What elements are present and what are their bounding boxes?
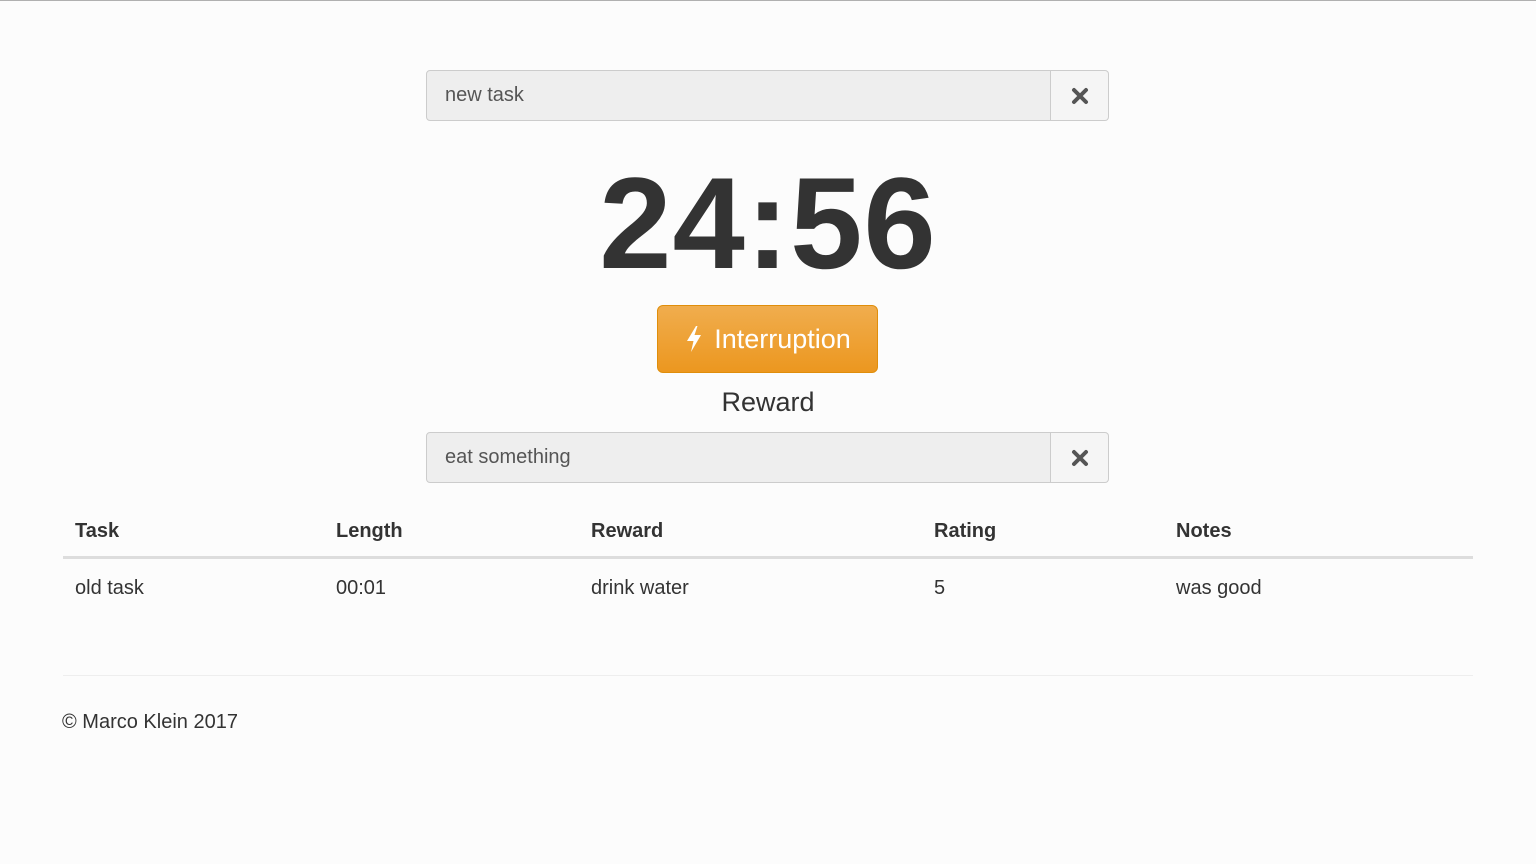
interruption-button[interactable]: Interruption bbox=[657, 305, 878, 373]
countdown-timer: 24:56 bbox=[599, 150, 937, 296]
column-header-length: Length bbox=[324, 508, 579, 559]
table-row: old task 00:01 drink water 5 was good bbox=[63, 558, 1473, 612]
reward-input-group bbox=[426, 432, 1109, 483]
top-border bbox=[0, 0, 1536, 1]
footer-divider bbox=[63, 675, 1473, 676]
column-header-notes: Notes bbox=[1164, 508, 1473, 559]
lightning-bolt-icon bbox=[687, 326, 702, 352]
table-header-row: Task Length Reward Rating Notes bbox=[63, 508, 1473, 559]
cell-rating: 5 bbox=[934, 577, 946, 599]
clear-reward-button[interactable] bbox=[1051, 432, 1109, 483]
footer-copyright: © Marco Klein 2017 bbox=[62, 711, 238, 733]
column-header-rating: Rating bbox=[922, 508, 1164, 559]
cell-notes: was good bbox=[1176, 577, 1262, 599]
clear-task-button[interactable] bbox=[1051, 70, 1109, 121]
task-input-group bbox=[426, 70, 1109, 121]
reward-heading: Reward bbox=[721, 387, 815, 417]
cell-length: 00:01 bbox=[336, 577, 387, 599]
cell-task: old task bbox=[75, 577, 144, 599]
cell-reward: drink water bbox=[591, 577, 689, 599]
task-input[interactable] bbox=[426, 70, 1051, 121]
interruption-button-label: Interruption bbox=[714, 323, 851, 354]
column-header-task: Task bbox=[63, 508, 324, 559]
history-table: Task Length Reward Rating Notes old task… bbox=[63, 508, 1473, 611]
reward-input[interactable] bbox=[426, 432, 1051, 483]
column-header-reward: Reward bbox=[579, 508, 922, 559]
close-icon bbox=[1071, 87, 1088, 104]
close-icon bbox=[1071, 449, 1088, 466]
